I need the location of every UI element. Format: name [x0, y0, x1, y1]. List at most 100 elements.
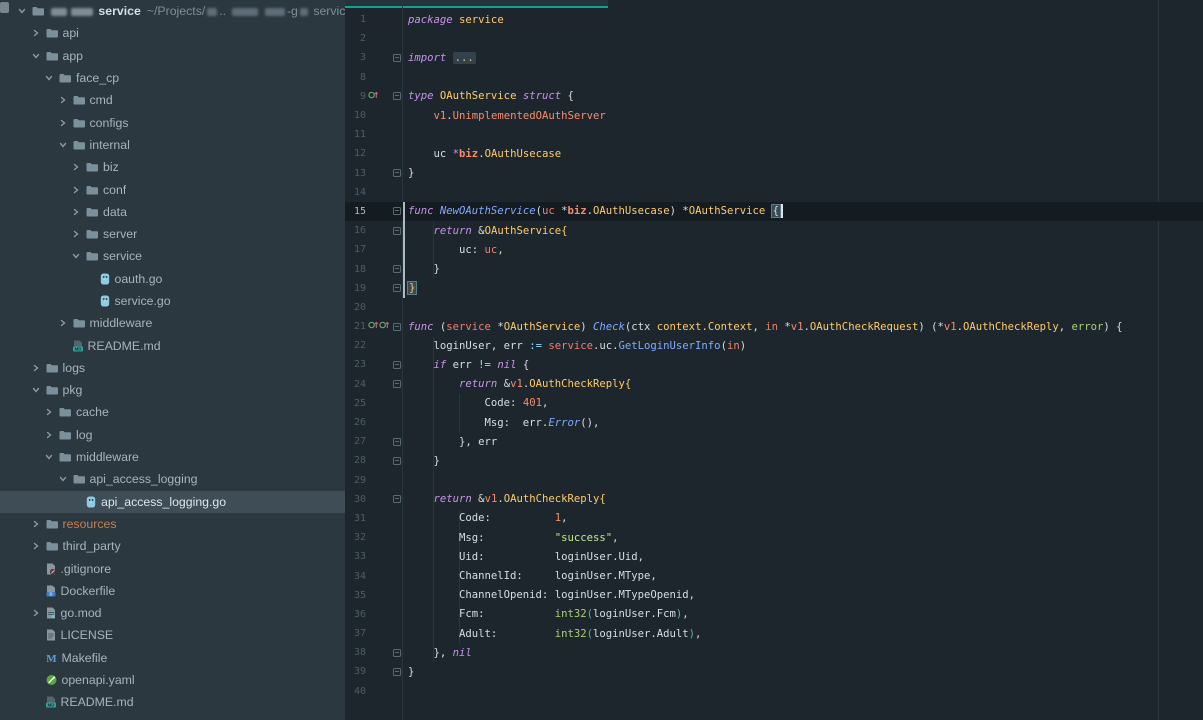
code-line-11[interactable]: 11 [345, 125, 1203, 144]
code-line-29[interactable]: 29 [345, 471, 1203, 490]
line-number[interactable]: 14 [345, 187, 366, 198]
chevron-right-icon[interactable] [59, 119, 67, 127]
line-number[interactable]: 24 [345, 379, 366, 390]
fold-end-icon[interactable] [393, 649, 401, 657]
tree-item-configs[interactable]: configs [0, 111, 345, 133]
chevron-right-icon[interactable] [32, 542, 40, 550]
line-number[interactable]: 16 [345, 225, 366, 236]
code-line-8[interactable]: 8 [345, 68, 1203, 87]
line-number[interactable]: 17 [345, 244, 366, 255]
tree-item-log[interactable]: log [0, 424, 345, 446]
vcs-change-marker[interactable] [403, 240, 405, 259]
tree-item-service-go[interactable]: service.go [0, 290, 345, 312]
code-line-39[interactable]: 39} [345, 662, 1203, 681]
line-number[interactable]: 29 [345, 475, 366, 486]
line-number[interactable]: 39 [345, 666, 366, 677]
vcs-change-marker[interactable] [403, 202, 405, 221]
line-number[interactable]: 10 [345, 110, 366, 121]
tree-item-service[interactable]: service [0, 245, 345, 267]
code-editor-panel[interactable]: 1package service23import ...89type OAuth… [345, 0, 1203, 720]
chevron-down-icon[interactable] [32, 52, 40, 60]
code-line-2[interactable]: 2 [345, 29, 1203, 48]
line-number[interactable]: 32 [345, 532, 366, 543]
chevron-down-icon[interactable] [18, 7, 26, 15]
chevron-right-icon[interactable] [72, 208, 80, 216]
code-line-35[interactable]: 35 ChannelOpenid: loginUser.MTypeOpenid, [345, 586, 1203, 605]
implemented-marker-icon[interactable] [368, 320, 379, 333]
code-line-24[interactable]: 24 return &v1.OAuthCheckReply{ [345, 375, 1203, 394]
code-line-14[interactable]: 14 [345, 183, 1203, 202]
code-line-40[interactable]: 40 [345, 682, 1203, 701]
chevron-right-icon[interactable] [45, 408, 53, 416]
fold-collapse-icon[interactable] [393, 495, 401, 503]
line-number[interactable]: 28 [345, 455, 366, 466]
tree-item-go-mod[interactable]: go.mod [0, 602, 345, 624]
code-line-15[interactable]: 15func NewOAuthService(uc *biz.OAuthUsec… [345, 202, 1203, 221]
code-line-12[interactable]: 12 uc *biz.OAuthUsecase [345, 144, 1203, 163]
fold-end-icon[interactable] [393, 457, 401, 465]
tree-item-logs[interactable]: logs [0, 357, 345, 379]
tree-item-makefile[interactable]: MMakefile [0, 647, 345, 669]
implemented-marker-icon[interactable] [368, 90, 379, 103]
line-number[interactable]: 35 [345, 590, 366, 601]
code-line-23[interactable]: 23 if err != nil { [345, 355, 1203, 374]
tree-item-resources[interactable]: resources [0, 513, 345, 535]
code-line-34[interactable]: 34 ChannelId: loginUser.MType, [345, 566, 1203, 585]
code-line-32[interactable]: 32 Msg: "success", [345, 528, 1203, 547]
tree-item-middleware[interactable]: middleware [0, 312, 345, 334]
implemented-marker-icon[interactable] [379, 320, 390, 333]
code-line-9[interactable]: 9type OAuthService struct { [345, 87, 1203, 106]
line-number[interactable]: 40 [345, 686, 366, 697]
chevron-right-icon[interactable] [32, 609, 40, 617]
tree-item-cache[interactable]: cache [0, 401, 345, 423]
line-number[interactable]: 26 [345, 417, 366, 428]
line-number[interactable]: 15 [345, 206, 366, 217]
line-number[interactable]: 2 [345, 33, 366, 44]
fold-collapse-icon[interactable] [393, 207, 401, 215]
chevron-down-icon[interactable] [59, 475, 67, 483]
fold-collapse-icon[interactable] [393, 54, 401, 62]
chevron-right-icon[interactable] [59, 319, 67, 327]
fold-collapse-icon[interactable] [393, 361, 401, 369]
line-number[interactable]: 9 [345, 91, 366, 102]
line-number[interactable]: 18 [345, 264, 366, 275]
tree-item-api-access-logging-go[interactable]: api_access_logging.go [0, 491, 345, 513]
tree-item-middleware[interactable]: middleware [0, 446, 345, 468]
tree-item-data[interactable]: data [0, 201, 345, 223]
line-number[interactable]: 8 [345, 72, 366, 83]
tree-item-server[interactable]: server [0, 223, 345, 245]
tree-item-dockerfile[interactable]: DDockerfile [0, 580, 345, 602]
code-line-30[interactable]: 30 return &v1.OAuthCheckReply{ [345, 490, 1203, 509]
fold-collapse-icon[interactable] [393, 227, 401, 235]
line-number[interactable]: 19 [345, 283, 366, 294]
line-number[interactable]: 25 [345, 398, 366, 409]
code-line-21[interactable]: 21func (service *OAuthService) Check(ctx… [345, 317, 1203, 336]
editor-tab-active-indicator[interactable] [345, 0, 608, 8]
line-number[interactable]: 38 [345, 647, 366, 658]
line-number[interactable]: 33 [345, 551, 366, 562]
code-line-22[interactable]: 22 loginUser, err := service.uc.GetLogin… [345, 336, 1203, 355]
tree-item-internal[interactable]: internal [0, 134, 345, 156]
code-line-16[interactable]: 16 return &OAuthService{ [345, 221, 1203, 240]
tree-item-readme-md[interactable]: MDREADME.md [0, 334, 345, 356]
code-line-26[interactable]: 26 Msg: err.Error(), [345, 413, 1203, 432]
tree-item-app[interactable]: app [0, 45, 345, 67]
chevron-right-icon[interactable] [32, 520, 40, 528]
fold-end-icon[interactable] [393, 265, 401, 273]
chevron-down-icon[interactable] [45, 74, 53, 82]
code-line-38[interactable]: 38 }, nil [345, 643, 1203, 662]
code-line-27[interactable]: 27 }, err [345, 432, 1203, 451]
chevron-right-icon[interactable] [45, 431, 53, 439]
chevron-down-icon[interactable] [59, 141, 67, 149]
code-line-28[interactable]: 28 } [345, 451, 1203, 470]
vcs-change-marker[interactable] [403, 279, 405, 298]
fold-end-icon[interactable] [393, 438, 401, 446]
fold-collapse-icon[interactable] [393, 92, 401, 100]
tree-item-biz[interactable]: biz [0, 156, 345, 178]
tree-item-face-cp[interactable]: face_cp [0, 67, 345, 89]
line-number[interactable]: 22 [345, 340, 366, 351]
vcs-change-marker[interactable] [403, 221, 405, 240]
project-root-row[interactable]: service ~/Projects/.. -g service [0, 0, 345, 22]
line-number[interactable]: 1 [345, 14, 366, 25]
tree-item-third-party[interactable]: third_party [0, 535, 345, 557]
